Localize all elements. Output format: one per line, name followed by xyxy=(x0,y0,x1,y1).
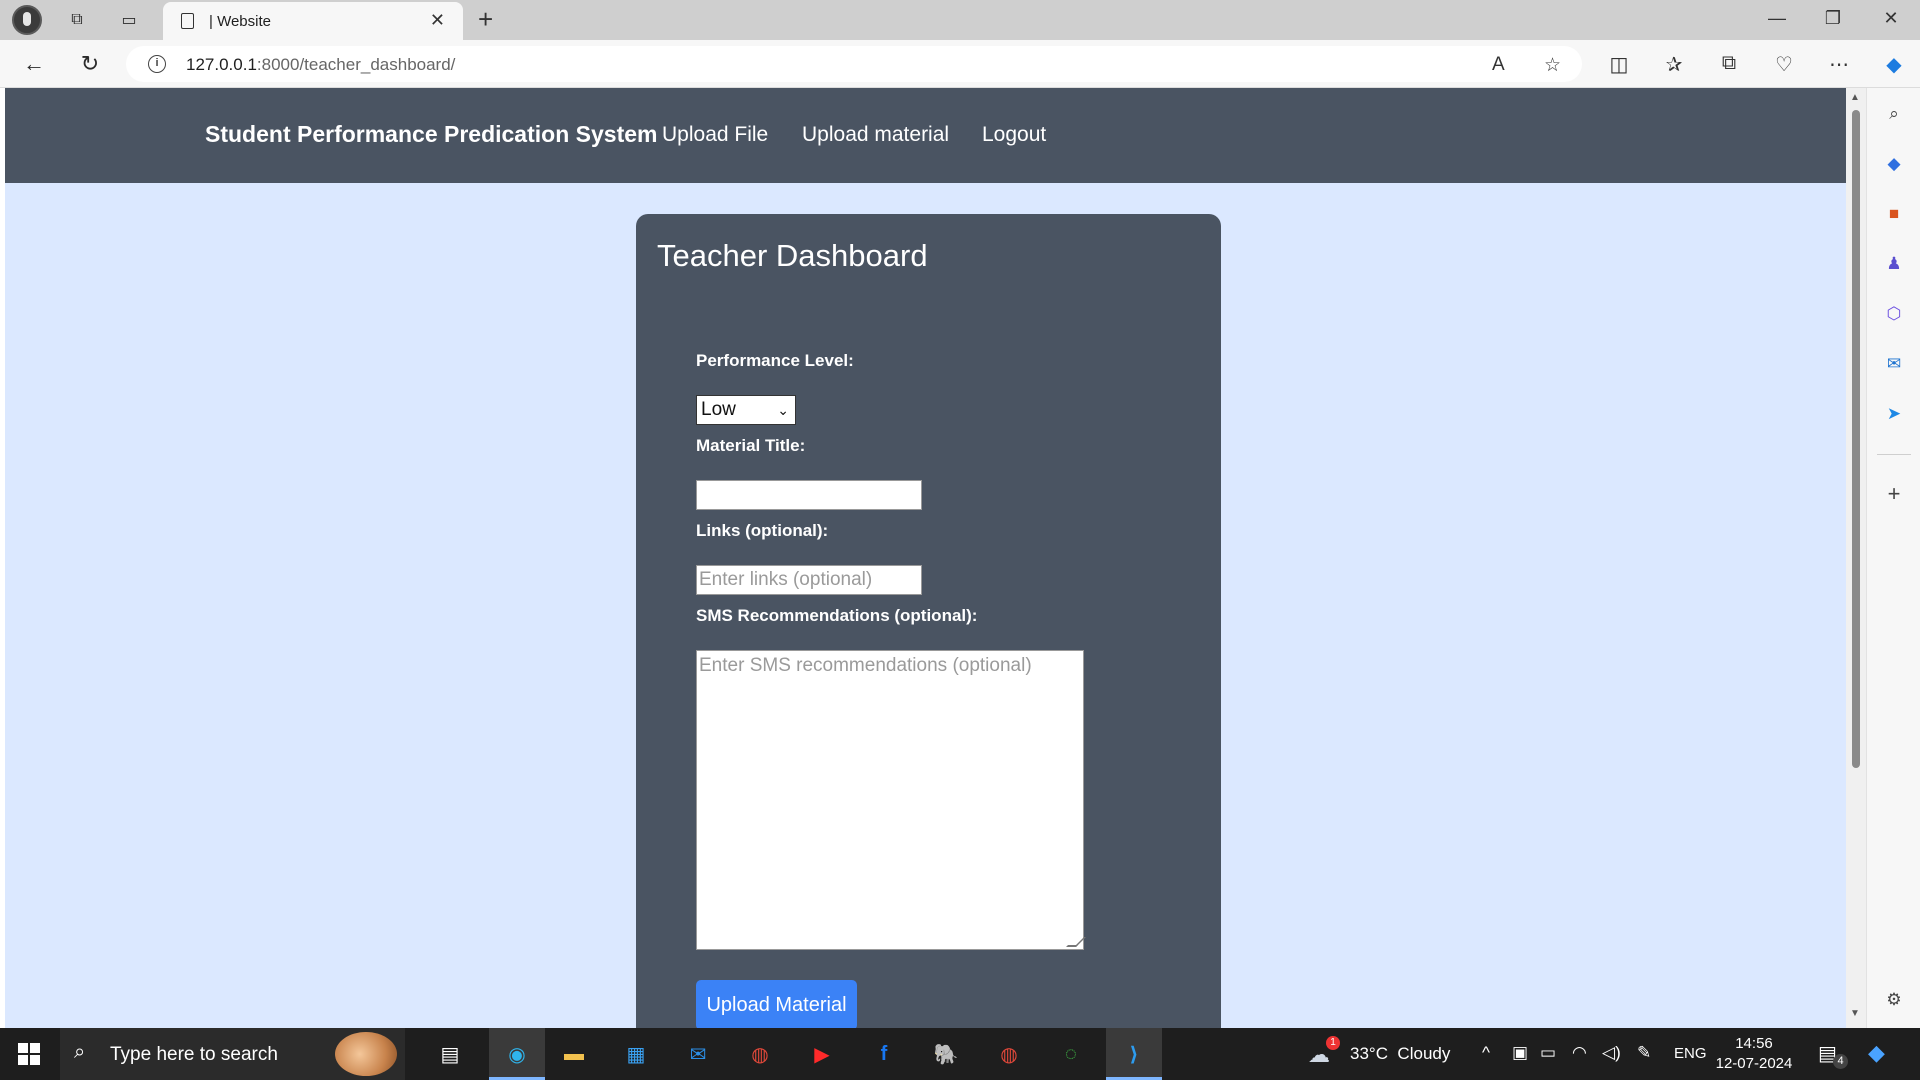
site-navbar: Student Performance Predication System U… xyxy=(5,88,1846,183)
close-window-icon[interactable]: ✕ xyxy=(1876,8,1906,29)
split-screen-icon[interactable]: ◫ xyxy=(1605,52,1633,77)
edge-sidebar: ⌕ ◆ ■ ♟ ⬡ ✉ ➤ + ⚙ xyxy=(1866,88,1920,1028)
refresh-icon[interactable]: ↻ xyxy=(76,50,104,78)
postgresql-icon[interactable]: 🐘 xyxy=(928,1036,964,1072)
windows-start-icon[interactable] xyxy=(18,1043,40,1065)
scroll-up-icon[interactable]: ▲ xyxy=(1850,92,1860,103)
favorites-icon[interactable]: ✰ xyxy=(1660,52,1688,77)
upload-material-button[interactable]: Upload Material xyxy=(696,980,857,1028)
sidebar-search-icon[interactable]: ⌕ xyxy=(1882,102,1906,126)
weather-widget[interactable]: ☁ 1 33°C Cloudy xyxy=(1308,1036,1450,1080)
chevron-down-icon: ⌄ xyxy=(777,402,789,418)
address-bar[interactable]: i 127.0.0.1:8000/teacher_dashboard/ A ☆ xyxy=(126,46,1582,82)
links-placeholder: Enter links (optional) xyxy=(699,569,873,590)
performance-level-label: Performance Level: xyxy=(696,351,854,370)
copilot-icon[interactable]: ◆ xyxy=(1880,52,1908,77)
nav-upload-file[interactable]: Upload File xyxy=(662,123,768,147)
scroll-down-icon[interactable]: ▼ xyxy=(1850,1008,1860,1019)
sms-placeholder: Enter SMS recommendations (optional) xyxy=(699,655,1032,676)
browser-essentials-icon[interactable]: ♡ xyxy=(1770,52,1798,77)
taskbar-search[interactable]: ⌕ Type here to search xyxy=(60,1028,405,1080)
copilot-taskbar-icon[interactable]: ◆ xyxy=(1868,1040,1885,1080)
task-view-icon[interactable]: ▤ xyxy=(432,1036,468,1072)
upload-material-form: Performance Level: Low ⌄ Material Title:… xyxy=(666,289,1201,1028)
taskbar-clock[interactable]: 14:56 12-07-2024 xyxy=(1712,1034,1796,1074)
youtube-icon[interactable]: ▶ xyxy=(804,1036,840,1072)
performance-level-select[interactable]: Low ⌄ xyxy=(696,395,796,425)
pen-icon[interactable]: ✎ xyxy=(1637,1043,1651,1080)
browser-tab-strip: ⧉ ▭ | Website ✕ + — ❐ ✕ xyxy=(0,0,1920,40)
browser-toolbar: ← ↻ i 127.0.0.1:8000/teacher_dashboard/ … xyxy=(0,40,1920,88)
sidebar-settings-icon[interactable]: ⚙ xyxy=(1882,988,1906,1012)
material-title-label: Material Title: xyxy=(696,436,806,455)
url-path: :8000/teacher_dashboard/ xyxy=(256,55,456,74)
scrollbar-thumb[interactable] xyxy=(1852,110,1860,768)
dashboard-card: Teacher Dashboard Performance Level: Low… xyxy=(636,214,1221,1028)
sms-recommendations-label: SMS Recommendations (optional): xyxy=(696,606,978,625)
links-input[interactable]: Enter links (optional) xyxy=(696,565,922,595)
wifi-icon[interactable]: ◠ xyxy=(1572,1043,1587,1080)
loading-app-icon[interactable]: ◌ xyxy=(1053,1036,1089,1072)
language-indicator[interactable]: ENG xyxy=(1674,1045,1707,1080)
resize-handle-icon[interactable] xyxy=(1066,937,1086,947)
show-hidden-icons-icon[interactable]: ^ xyxy=(1482,1043,1490,1080)
facebook-icon[interactable]: f xyxy=(866,1036,902,1072)
page-title: Teacher Dashboard xyxy=(657,238,928,273)
sidebar-tools-icon[interactable]: ■ xyxy=(1882,202,1906,226)
back-icon[interactable]: ← xyxy=(20,50,48,78)
vertical-tabs-icon[interactable]: ▭ xyxy=(117,8,141,32)
favorite-star-icon[interactable]: ☆ xyxy=(1544,54,1561,77)
sidebar-outlook-icon[interactable]: ✉ xyxy=(1882,352,1906,376)
site-brand[interactable]: Student Performance Predication System xyxy=(205,121,657,148)
sidebar-divider xyxy=(1877,454,1911,455)
page-scrollbar[interactable]: ▲ ▼ xyxy=(1846,88,1866,1028)
browser-tab[interactable]: | Website ✕ xyxy=(163,2,463,40)
microsoft-store-icon[interactable]: ▦ xyxy=(618,1036,654,1072)
url-host: 127.0.0.1 xyxy=(186,55,257,74)
sidebar-add-icon[interactable]: + xyxy=(1882,481,1906,506)
weather-text: 33°C Cloudy xyxy=(1350,1044,1451,1063)
taskbar-search-placeholder: Type here to search xyxy=(110,1044,278,1065)
clock-time: 14:56 xyxy=(1735,1035,1773,1052)
vscode-icon[interactable]: ⟩ xyxy=(1116,1036,1152,1072)
chrome-icon[interactable]: ◍ xyxy=(742,1036,778,1072)
profile-avatar-icon[interactable] xyxy=(12,5,42,35)
windows-taskbar: ⌕ Type here to search ▤ ◉ ▬ ▦ ✉ ◍ ▶ f 🐘 … xyxy=(0,1028,1920,1080)
battery-icon[interactable]: ▭ xyxy=(1540,1043,1556,1080)
weather-badge: 1 xyxy=(1326,1036,1340,1050)
edge-app-icon[interactable]: ◉ xyxy=(499,1036,535,1072)
tab-close-icon[interactable]: ✕ xyxy=(430,10,445,31)
url-text[interactable]: 127.0.0.1:8000/teacher_dashboard/ xyxy=(186,55,455,75)
sidebar-microsoft365-icon[interactable]: ⬡ xyxy=(1882,302,1906,326)
links-label: Links (optional): xyxy=(696,521,829,540)
tab-title: | Website xyxy=(209,13,271,30)
collections-icon[interactable]: ⧉ xyxy=(1715,52,1743,75)
volume-icon[interactable]: ◁) xyxy=(1602,1043,1621,1080)
chrome-profile-icon[interactable]: ◍ xyxy=(991,1036,1027,1072)
sidebar-shopping-icon[interactable]: ◆ xyxy=(1882,152,1906,176)
restore-icon[interactable]: ❐ xyxy=(1818,8,1848,29)
new-tab-icon[interactable]: + xyxy=(478,5,493,33)
page-icon xyxy=(181,13,194,29)
mail-icon[interactable]: ✉ xyxy=(680,1036,716,1072)
sms-recommendations-textarea[interactable]: Enter SMS recommendations (optional) xyxy=(696,650,1086,950)
minimize-icon[interactable]: — xyxy=(1762,8,1792,29)
read-aloud-icon[interactable]: A xyxy=(1492,54,1505,76)
search-icon: ⌕ xyxy=(74,1041,86,1063)
performance-level-value: Low xyxy=(701,399,736,420)
file-explorer-icon[interactable]: ▬ xyxy=(556,1036,592,1072)
workspaces-icon[interactable]: ⧉ xyxy=(65,8,89,32)
page-viewport: Student Performance Predication System U… xyxy=(5,88,1846,1028)
nav-logout[interactable]: Logout xyxy=(982,123,1046,147)
search-highlight-image xyxy=(335,1032,397,1076)
site-info-icon[interactable]: i xyxy=(148,55,166,73)
sidebar-send-icon[interactable]: ➤ xyxy=(1882,402,1906,426)
sidebar-games-icon[interactable]: ♟ xyxy=(1882,252,1906,276)
nav-upload-material[interactable]: Upload material xyxy=(802,123,949,147)
notification-count: 4 xyxy=(1833,1054,1848,1069)
more-options-icon[interactable]: ⋯ xyxy=(1825,52,1853,77)
clock-date: 12-07-2024 xyxy=(1715,1055,1793,1072)
material-title-input[interactable] xyxy=(696,480,922,510)
meet-now-icon[interactable]: ▣ xyxy=(1512,1043,1528,1080)
